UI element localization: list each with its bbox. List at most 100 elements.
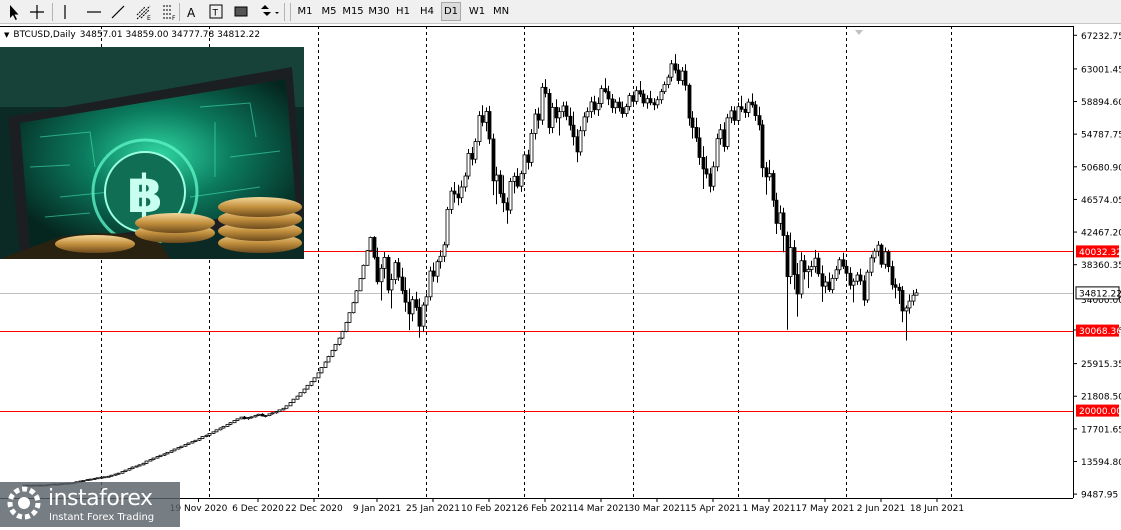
candle-body [760,124,765,169]
candle-body [820,273,825,287]
candle-body [547,92,552,128]
candle-body [456,193,461,199]
timeframe-h1[interactable]: H1 [393,2,413,21]
candle-body [862,280,867,301]
timeframe-w1[interactable]: W1 [466,2,488,21]
timeframe-m5[interactable]: M5 [318,2,340,21]
candle-body [225,423,230,427]
candle-body [631,95,636,102]
timeframe-m30[interactable]: M30 [367,2,391,21]
text-label-tool[interactable]: T [207,2,225,21]
candle-body [312,377,317,382]
timeframe-m15[interactable]: M15 [341,2,365,21]
candle-body [449,190,454,210]
candle-body [172,448,177,452]
candle-body [669,63,674,78]
candle-body [645,98,650,104]
price-tick-label: 42467.20 [1081,229,1121,239]
horizontal-line-tool[interactable] [84,2,104,21]
candle-body [732,110,737,121]
time-tick-label: 9 Jan 2021 [353,504,401,514]
candle-body [204,434,209,437]
candle-body [267,413,272,416]
arrows-tool[interactable] [257,2,283,21]
candle-body [151,457,156,461]
candle-body [718,129,723,140]
level-badge-label: 40032.32 [1079,248,1121,258]
candle-body [589,101,594,113]
trendline-tool[interactable] [108,2,128,21]
horizontal-levels [0,251,1073,412]
candle-body [249,416,254,419]
candle-body [879,244,884,265]
candle-body [904,307,909,312]
candle-body [379,267,384,283]
candle-body [351,302,356,314]
candle-body [883,251,888,265]
candle-body [361,264,366,280]
crosshair-tool[interactable] [27,2,47,21]
candle-body [841,259,846,267]
bitcoin-phone-image: ฿ [0,47,304,259]
candle-body [214,429,219,433]
candle-body [99,476,104,479]
fibonacci-tool[interactable]: F [160,2,180,21]
candle-body [445,208,450,246]
time-tick-label: 30 Mar 2021 [628,504,685,514]
equidistant-channel-tool[interactable]: E [134,2,154,21]
collapse-arrow-icon[interactable]: ▼ [4,31,9,39]
arrows-icon [261,5,279,16]
vertical-line-tool[interactable] [58,2,72,21]
candle-body [431,270,436,277]
candle-body [736,106,741,121]
candle-body [599,88,604,104]
candle-body [708,173,713,187]
price-tick-label: 17701.65 [1081,425,1121,435]
candle-body [697,137,702,158]
candle-body [627,95,632,107]
candle-body [823,281,828,287]
chart-shift-marker [855,30,863,35]
candle-body [624,106,629,114]
text-icon: A [187,6,196,20]
candle-body [169,450,174,453]
candle-body [319,367,324,374]
candle-body [750,101,755,106]
candle-body [715,138,720,168]
candle-body [533,113,538,134]
candle-body [834,269,839,279]
candle-body [162,453,167,456]
rectangle-tool[interactable] [232,2,250,21]
candle-body [872,250,877,259]
text-tool[interactable]: A [183,2,201,21]
timeframe-m1[interactable]: M1 [294,2,316,21]
candle-body [414,299,419,308]
candle-body [463,175,468,188]
candle-body [536,113,541,121]
candle-body [802,260,807,273]
candle-body [785,235,790,278]
candle-body [746,101,751,113]
candle-body [298,392,303,397]
candle-body [365,250,370,266]
candle-body [200,436,205,439]
timeframe-d1[interactable]: D1 [441,2,461,21]
candle-body [757,115,762,126]
candle-body [358,278,363,292]
candle-body [540,86,545,121]
candle-body [554,106,559,119]
candle-body [512,175,517,182]
level-badge-label: 20000.00 [1079,407,1121,417]
cursor-tool[interactable] [4,2,24,21]
candle-body [564,105,569,117]
candle-body [652,102,657,106]
timeframe-mn[interactable]: MN [490,2,512,21]
candle-body [711,166,716,187]
candle-body [739,106,744,110]
timeframe-h4[interactable]: H4 [416,2,438,21]
candle-body [120,471,125,474]
candle-body [323,361,328,368]
time-tick-label: 2 Jun 2021 [857,504,905,514]
candle-body [113,473,118,476]
candle-body [480,115,485,123]
